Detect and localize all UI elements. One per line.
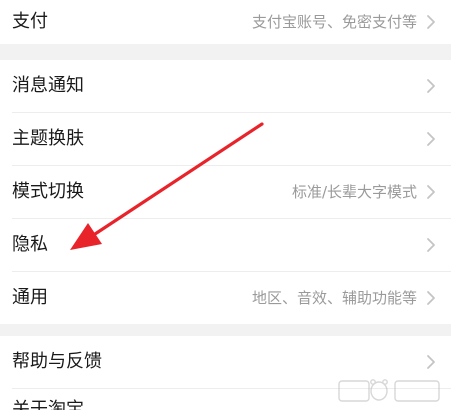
- settings-item-payment[interactable]: 支付 支付宝账号、免密支付等: [0, 0, 451, 44]
- settings-item-privacy[interactable]: 隐私: [0, 219, 451, 271]
- settings-item-value: 支付宝账号、免密支付等: [251, 12, 417, 31]
- settings-item-label: 消息通知: [12, 75, 84, 96]
- chevron-right-icon: [427, 291, 435, 305]
- section-gap: [0, 324, 451, 336]
- settings-item-label: 关于淘宝: [12, 399, 84, 410]
- chevron-right-icon: [427, 238, 435, 252]
- chevron-right-icon: [427, 355, 435, 369]
- settings-item-mode-switch[interactable]: 模式切换 标准/长辈大字模式: [0, 166, 451, 218]
- chevron-right-icon: [427, 15, 435, 29]
- chevron-right-icon: [427, 132, 435, 146]
- settings-item-theme[interactable]: 主题换肤: [0, 113, 451, 165]
- section-gap: [0, 44, 451, 60]
- chevron-right-icon: [427, 185, 435, 199]
- settings-item-value: 地区、音效、辅助功能等: [251, 288, 417, 307]
- settings-item-label: 模式切换: [12, 181, 84, 202]
- settings-item-about[interactable]: 关于淘宝: [0, 389, 451, 410]
- chevron-right-icon: [427, 79, 435, 93]
- settings-item-value: 标准/长辈大字模式: [291, 182, 417, 201]
- settings-item-label: 隐私: [12, 234, 48, 255]
- settings-item-label: 主题换肤: [12, 128, 84, 149]
- settings-screen: 支付 支付宝账号、免密支付等 消息通知 主题换肤 模式切换 标准/长辈大字模式 …: [0, 0, 451, 410]
- settings-item-label: 支付: [12, 11, 48, 32]
- settings-item-general[interactable]: 通用 地区、音效、辅助功能等: [0, 272, 451, 324]
- settings-item-label: 通用: [12, 287, 48, 308]
- settings-item-help-feedback[interactable]: 帮助与反馈: [0, 336, 451, 388]
- settings-item-notifications[interactable]: 消息通知: [0, 60, 451, 112]
- settings-item-label: 帮助与反馈: [12, 351, 102, 372]
